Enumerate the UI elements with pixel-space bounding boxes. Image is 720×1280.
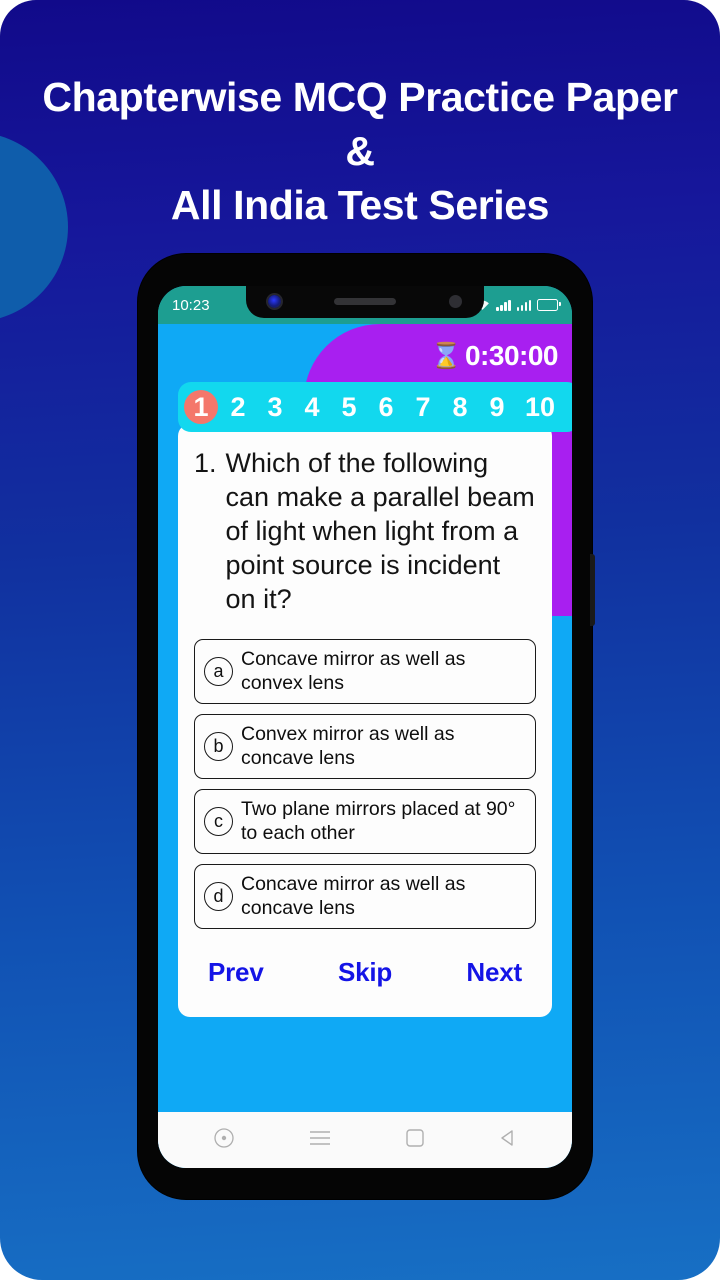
question-nav-item-5[interactable]: 5 xyxy=(332,390,366,424)
proximity-sensor-icon xyxy=(449,294,462,308)
option-b[interactable]: b Convex mirror as well as concave lens xyxy=(194,714,536,779)
battery-icon xyxy=(537,299,561,311)
timer-value: 0:30:00 xyxy=(464,340,559,371)
question-nav-item-3[interactable]: 3 xyxy=(258,390,292,424)
action-row: Prev Skip Next xyxy=(194,939,536,988)
question-nav-item-9[interactable]: 9 xyxy=(480,390,514,424)
question-nav-item-2[interactable]: 2 xyxy=(221,390,255,424)
question-nav-item-6[interactable]: 6 xyxy=(369,390,403,424)
quiz-app: ⌛ 0:30:00 1234567891011 1. Which of the … xyxy=(158,324,572,1168)
page-title: Chapterwise MCQ Practice Paper & All Ind… xyxy=(42,74,678,228)
option-text-c: Two plane mirrors placed at 90° to each … xyxy=(241,798,516,844)
option-text-a: Concave mirror as well as convex lens xyxy=(241,648,466,694)
option-letter-a: a xyxy=(204,656,233,686)
phone-notch xyxy=(246,286,484,318)
option-letter-d: d xyxy=(204,881,233,911)
question-nav-item-8[interactable]: 8 xyxy=(443,390,477,424)
promo-banner: Chapterwise MCQ Practice Paper & All Ind… xyxy=(0,0,720,1280)
timer: ⌛ 0:30:00 xyxy=(430,340,559,372)
power-button[interactable] xyxy=(590,554,595,626)
option-text-d: Concave mirror as well as concave lens xyxy=(241,873,466,919)
question-nav-item-1[interactable]: 1 xyxy=(184,390,218,424)
question-number: 1. xyxy=(194,448,217,478)
question-nav-item-10[interactable]: 10 xyxy=(517,390,563,424)
hourglass-icon: ⌛ xyxy=(430,341,462,370)
options-list: a Concave mirror as well as convex lens b C… xyxy=(194,639,536,929)
speaker-grill-icon xyxy=(334,297,396,305)
status-bar-icons xyxy=(475,299,561,311)
assistant-circle-icon[interactable] xyxy=(213,1127,235,1154)
phone-screen: 10:23 ⌛ 0:30:00 1234567891011 xyxy=(158,286,572,1168)
question-nav-item-4[interactable]: 4 xyxy=(295,390,329,424)
camera-lens-icon xyxy=(268,294,281,308)
signal-icon xyxy=(516,299,531,311)
question-card: 1. Which of the following can make a par… xyxy=(178,424,552,1017)
status-bar-time: 10:23 xyxy=(172,296,210,314)
question-nav-strip[interactable]: 1234567891011 xyxy=(178,382,572,432)
skip-button[interactable]: Skip xyxy=(338,957,392,988)
question-block: 1. Which of the following can make a par… xyxy=(194,446,536,616)
option-letter-b: b xyxy=(204,731,233,761)
question-text: Which of the following can make a parall… xyxy=(225,448,535,614)
menu-icon[interactable] xyxy=(308,1129,332,1152)
option-text-b: Convex mirror as well as concave lens xyxy=(241,723,455,769)
question-nav-item-7[interactable]: 7 xyxy=(406,390,440,424)
phone-mockup: 10:23 ⌛ 0:30:00 1234567891011 xyxy=(138,254,595,1199)
back-triangle-icon[interactable] xyxy=(498,1128,518,1153)
prev-button[interactable]: Prev xyxy=(208,957,264,988)
signal-icon xyxy=(496,299,511,311)
android-nav-bar xyxy=(158,1112,572,1168)
option-a[interactable]: a Concave mirror as well as convex lens xyxy=(194,639,536,704)
next-button[interactable]: Next xyxy=(466,957,522,988)
option-c[interactable]: c Two plane mirrors placed at 90° to each… xyxy=(194,789,536,854)
option-letter-c: c xyxy=(204,806,233,836)
option-d[interactable]: d Concave mirror as well as concave lens xyxy=(194,864,536,929)
question-nav-item-11[interactable]: 11 xyxy=(566,390,572,424)
home-square-icon[interactable] xyxy=(405,1128,425,1153)
